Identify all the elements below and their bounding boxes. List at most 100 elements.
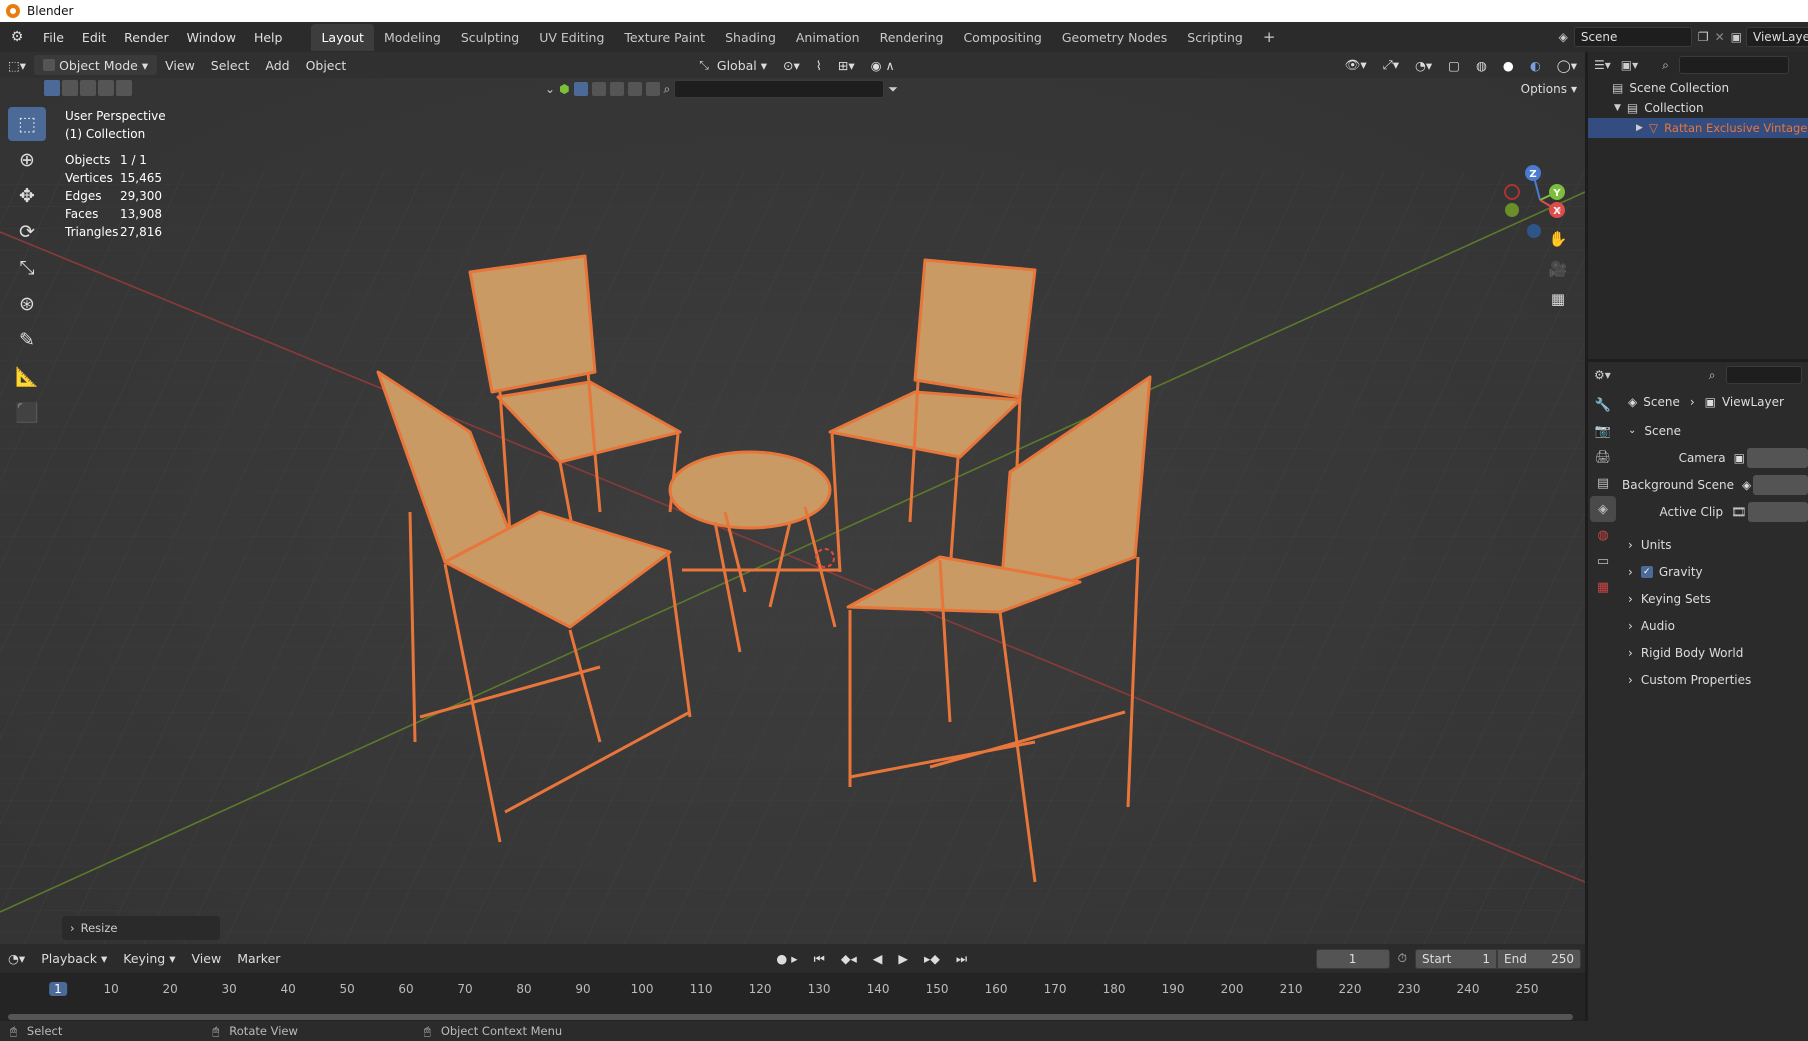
section-gravity[interactable]: › ✓ Gravity: [1622, 558, 1808, 585]
tab-layout[interactable]: Layout: [311, 23, 374, 51]
tab-animation[interactable]: Animation: [786, 24, 870, 51]
tab-shading[interactable]: Shading: [715, 24, 786, 51]
record-icon[interactable]: ● ▸: [768, 948, 805, 970]
background-scene-field[interactable]: [1753, 474, 1808, 495]
move-tool-icon[interactable]: ✥: [8, 179, 46, 213]
render-tab-icon[interactable]: 📷: [1590, 418, 1616, 444]
viewport-scene[interactable]: Z Y X: [0, 52, 1585, 944]
play-reverse-icon[interactable]: ◀: [865, 948, 891, 970]
last-operator-panel[interactable]: › Resize: [62, 916, 220, 940]
active-clip-field[interactable]: [1748, 501, 1808, 522]
scene-icon[interactable]: ◈: [1559, 30, 1568, 44]
scale-tool-icon[interactable]: ⤡: [8, 251, 46, 285]
menu-file[interactable]: File: [34, 30, 73, 45]
overlay-toggle-icon[interactable]: ◔▾: [1407, 54, 1440, 76]
annotate-tool-icon[interactable]: ✎: [8, 323, 46, 357]
new-scene-icon[interactable]: ❐: [1698, 30, 1709, 44]
outliner-item-object[interactable]: ▶ ▽ Rattan Exclusive Vintage Se: [1588, 118, 1808, 138]
options-dropdown[interactable]: Options ▾: [1513, 78, 1585, 100]
select-invert-icon[interactable]: [98, 80, 114, 96]
tab-modeling[interactable]: Modeling: [374, 24, 451, 51]
pan-hand-icon[interactable]: ✋: [1545, 226, 1571, 252]
mesh-filter-icon[interactable]: ⬢: [559, 82, 569, 96]
outliner-item-collection[interactable]: ▼ ▤ Collection: [1588, 98, 1808, 118]
collection-tab-icon[interactable]: ▭: [1590, 548, 1616, 574]
camera-field[interactable]: [1747, 447, 1808, 468]
pivot-icon[interactable]: ⊙▾: [775, 54, 808, 76]
filter-object-icon[interactable]: [573, 82, 588, 96]
next-keyframe-icon[interactable]: ▸◆: [916, 948, 948, 970]
3d-viewport[interactable]: Z Y X ⬚▾ Object Mode ▾ View Select Add Ob…: [0, 52, 1585, 944]
orientation-selector[interactable]: Global ▾: [709, 54, 775, 76]
filter-funnel-icon[interactable]: ⏷: [888, 82, 898, 97]
end-frame-field[interactable]: End 250: [1497, 948, 1581, 969]
timeline-scrollbar[interactable]: [8, 1014, 1573, 1020]
solid-shading-icon[interactable]: ●: [1495, 54, 1522, 76]
menu-add[interactable]: Add: [257, 54, 297, 76]
menu-select[interactable]: Select: [203, 54, 258, 76]
tool-tab-icon[interactable]: 🔧: [1590, 392, 1616, 418]
chevron-down-icon[interactable]: ▼: [1614, 103, 1621, 113]
menu-keying[interactable]: Keying ▾: [115, 948, 183, 970]
properties-editor-type-icon[interactable]: ⚙▾: [1594, 368, 1611, 382]
cursor-tool-icon[interactable]: ⊕: [8, 143, 46, 177]
add-cube-tool-icon[interactable]: ⬛: [8, 395, 46, 429]
tab-uv-editing[interactable]: UV Editing: [529, 24, 614, 51]
filter-dropdown-icon[interactable]: ⌄: [545, 82, 555, 96]
stopwatch-icon[interactable]: ⏱: [1398, 951, 1407, 966]
snap-icon[interactable]: ⌇: [808, 54, 830, 76]
scene-selector[interactable]: Scene: [1573, 27, 1692, 47]
transform-tool-icon[interactable]: ⊛: [8, 287, 46, 321]
proportional-editing-icon[interactable]: ◉ ∧: [863, 54, 903, 76]
output-tab-icon[interactable]: 🖨: [1590, 444, 1616, 470]
scene-tab-icon[interactable]: ◈: [1590, 496, 1616, 522]
menu-timeline-view[interactable]: View: [184, 948, 230, 970]
play-icon[interactable]: ▶: [890, 948, 916, 970]
menu-view[interactable]: View: [157, 54, 203, 76]
camera-view-icon[interactable]: 🎥: [1545, 256, 1571, 282]
delete-scene-icon[interactable]: ✕: [1715, 30, 1725, 44]
tab-geometry-nodes[interactable]: Geometry Nodes: [1052, 24, 1177, 51]
filter-other-icon[interactable]: [645, 82, 660, 96]
measure-tool-icon[interactable]: 📐: [8, 359, 46, 393]
viewlayer-selector[interactable]: ViewLaye: [1746, 27, 1808, 47]
wireframe-shading-icon[interactable]: ◍: [1468, 54, 1495, 76]
display-mode-icon[interactable]: ▣▾: [1621, 58, 1638, 72]
material-shading-icon[interactable]: ◐: [1522, 54, 1549, 76]
blender-menu-icon[interactable]: ⚙: [0, 29, 34, 45]
menu-help[interactable]: Help: [245, 30, 292, 45]
tab-sculpting[interactable]: Sculpting: [451, 24, 529, 51]
frame-ruler[interactable]: 1 10 20 30 40 50 60 70 80 90 100 110 120 130 140 150 160…: [0, 974, 1585, 1027]
world-tab-icon[interactable]: ◍: [1590, 522, 1616, 548]
add-workspace-icon[interactable]: +: [1253, 22, 1286, 52]
select-new-icon[interactable]: [44, 80, 60, 96]
filter-light-icon[interactable]: [591, 82, 606, 96]
tab-rendering[interactable]: Rendering: [870, 24, 954, 51]
menu-marker[interactable]: Marker: [229, 948, 288, 970]
filter-camera-icon[interactable]: [609, 82, 624, 96]
viewlayer-icon[interactable]: ▣: [1731, 30, 1742, 44]
rendered-shading-icon[interactable]: ◯▾: [1549, 54, 1585, 76]
timeline-editor-type-icon[interactable]: ◔▾: [0, 948, 33, 970]
section-keying-sets[interactable]: › Keying Sets: [1622, 585, 1808, 612]
section-custom-properties[interactable]: › Custom Properties: [1622, 666, 1808, 693]
editor-type-icon[interactable]: ⬚▾: [0, 54, 34, 76]
snap-target-icon[interactable]: ⊞▾: [830, 54, 863, 76]
checkbox-icon[interactable]: ✓: [1640, 565, 1653, 578]
gizmo-toggle-icon[interactable]: ⤢▾: [1375, 54, 1407, 76]
chevron-right-icon[interactable]: ▶: [1636, 123, 1643, 133]
texture-tab-icon[interactable]: ▦: [1590, 574, 1616, 600]
view-layer-tab-icon[interactable]: ▤: [1590, 470, 1616, 496]
select-intersect-icon[interactable]: [116, 80, 132, 96]
select-extend-icon[interactable]: [62, 80, 78, 96]
section-rigid-body-world[interactable]: › Rigid Body World: [1622, 639, 1808, 666]
mode-selector[interactable]: Object Mode ▾: [34, 55, 158, 75]
tab-scripting[interactable]: Scripting: [1177, 24, 1253, 51]
section-audio[interactable]: › Audio: [1622, 612, 1808, 639]
outliner-editor-type-icon[interactable]: ☰▾: [1594, 58, 1611, 72]
tab-texture-paint[interactable]: Texture Paint: [614, 24, 715, 51]
xray-icon[interactable]: ▢: [1440, 54, 1468, 76]
start-frame-field[interactable]: Start 1: [1415, 948, 1497, 969]
prev-keyframe-icon[interactable]: ◆◂: [833, 948, 865, 970]
properties-search-input[interactable]: [1725, 366, 1802, 384]
